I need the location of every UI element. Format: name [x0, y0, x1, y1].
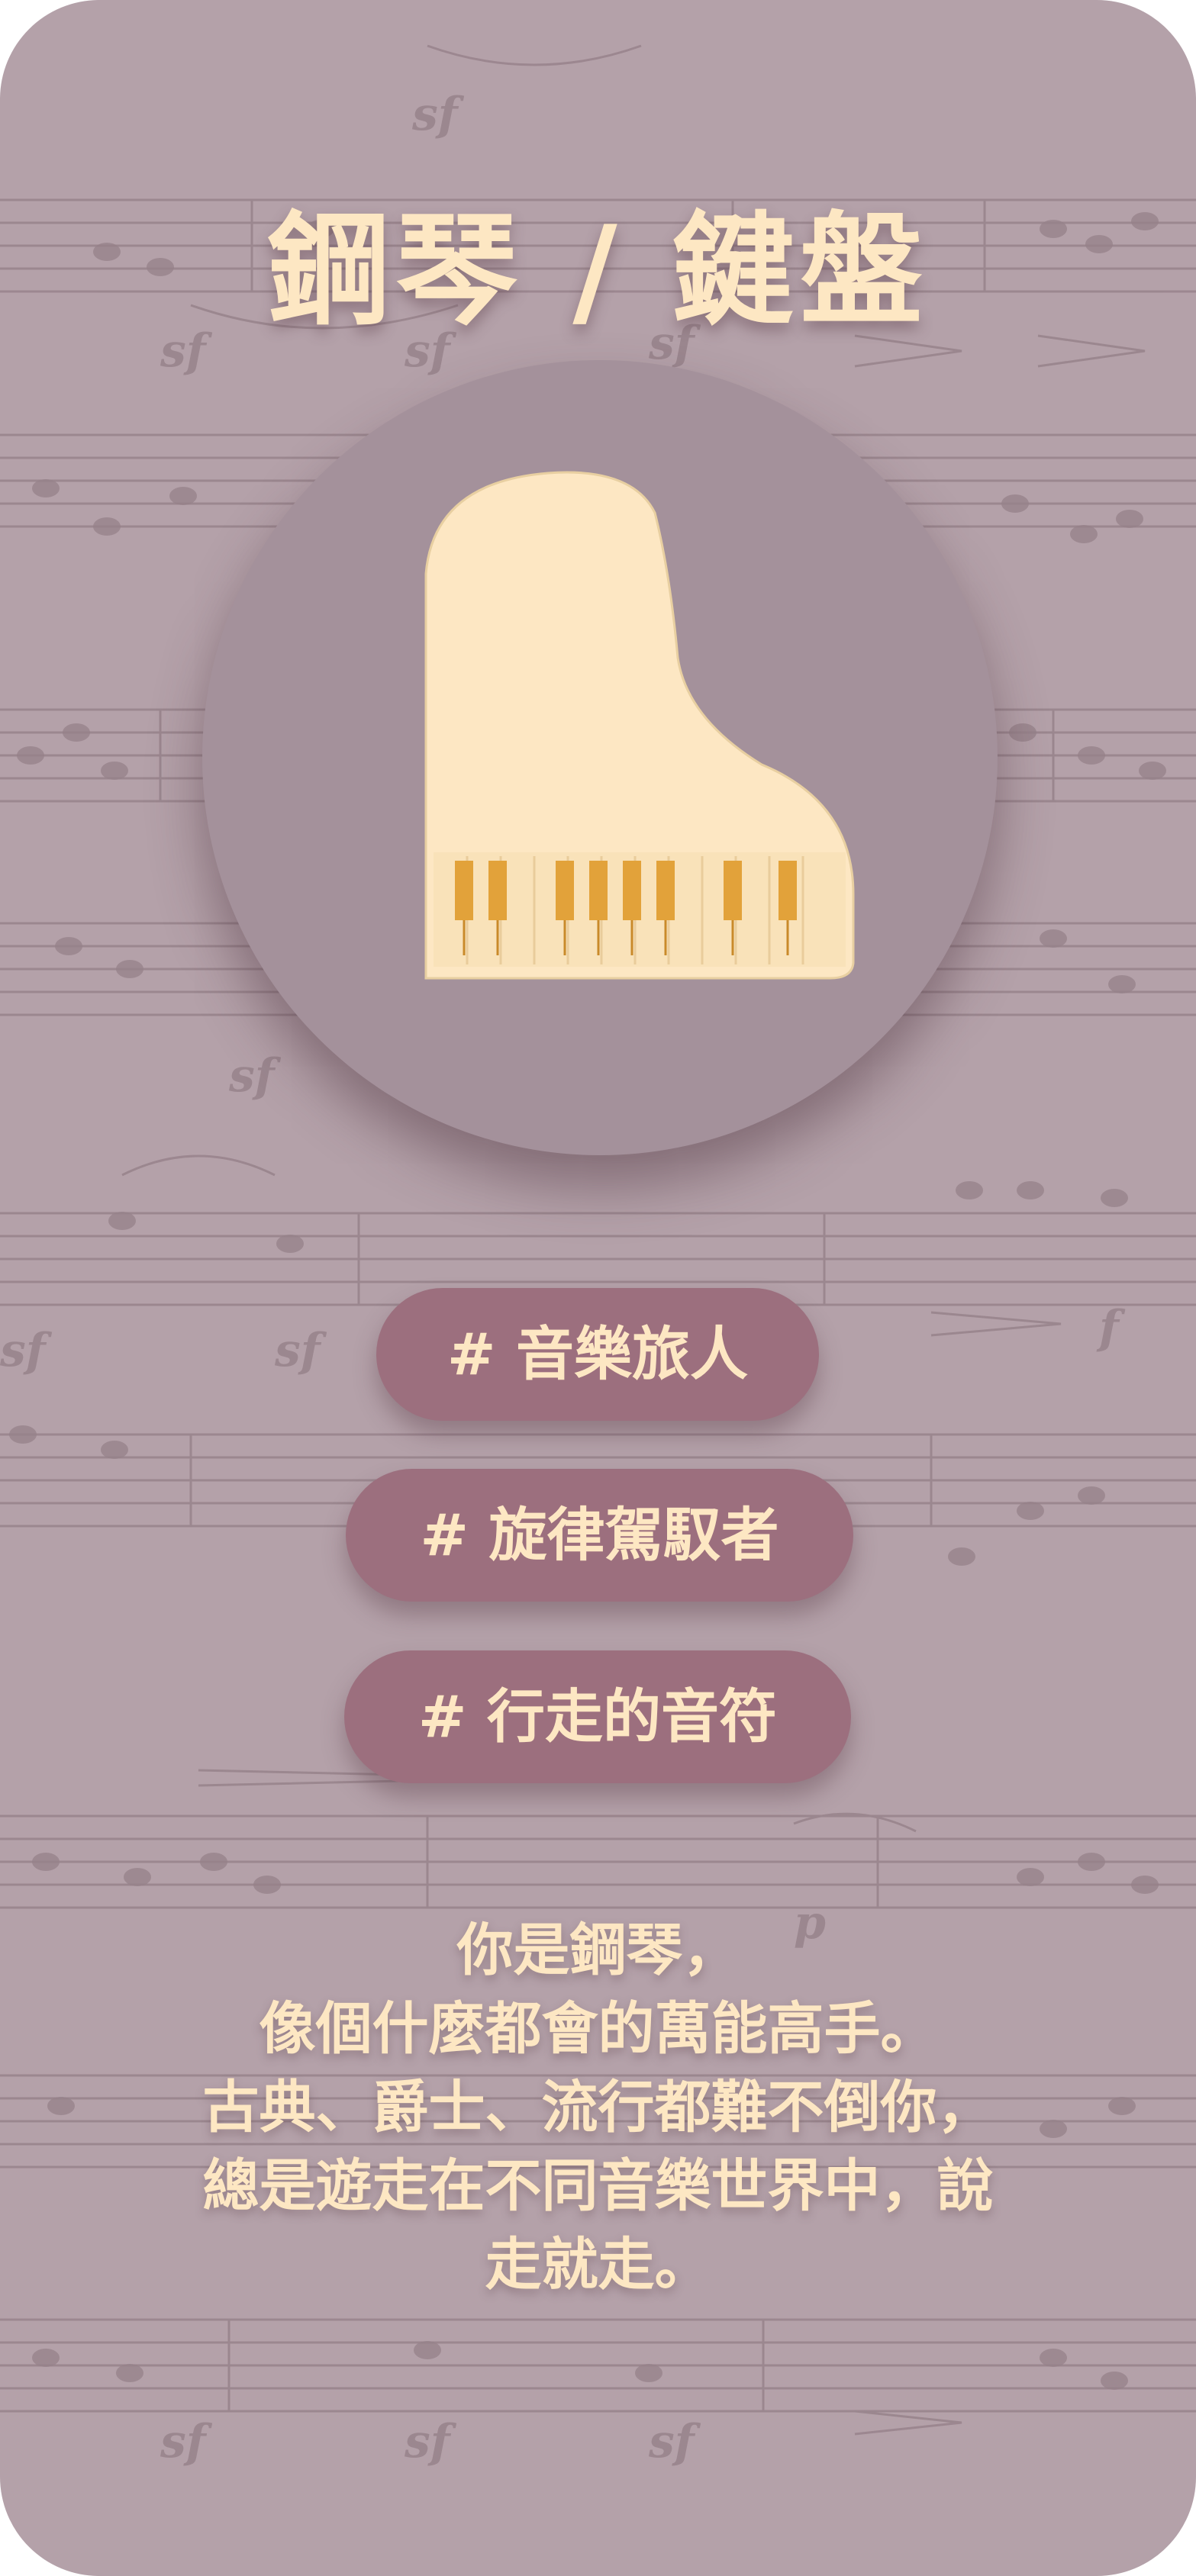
svg-text:sf: sf	[274, 1324, 327, 1377]
svg-text:sf: sf	[0, 1324, 53, 1377]
svg-text:sf: sf	[411, 88, 465, 141]
svg-text:sf: sf	[648, 2415, 701, 2468]
description-line: 總是遊走在不同音樂世界中，說	[202, 2153, 994, 2219]
tag-melody-master: # 旋律駕馭者	[346, 1469, 853, 1602]
grand-piano-icon	[424, 471, 855, 980]
svg-text:f: f	[1096, 1301, 1126, 1354]
description-line: 走就走。	[485, 2232, 711, 2297]
description: 你是鋼琴， 像個什麼都會的萬能高手。 古典、爵士、流行都難不倒你， 總是遊走在不…	[114, 1911, 1082, 2304]
tag-music-traveler: # 音樂旅人	[376, 1288, 819, 1421]
description-line: 你是鋼琴，	[456, 1918, 740, 1983]
svg-text:sf: sf	[228, 1049, 282, 1103]
description-line: 像個什麼都會的萬能高手。	[259, 1996, 937, 2062]
page-title: 鋼琴 / 鍵盤	[267, 199, 929, 342]
svg-text:sf: sf	[404, 2415, 457, 2468]
description-line: 古典、爵士、流行都難不倒你，	[202, 2075, 994, 2140]
tag-walking-note: # 行走的音符	[344, 1650, 851, 1783]
result-card: sf sf sf sf sf sf sf f p sf sf sf 鋼琴 / 鍵盤 # 音樂旅人 …	[0, 0, 1196, 2576]
svg-text:sf: sf	[160, 2415, 213, 2468]
